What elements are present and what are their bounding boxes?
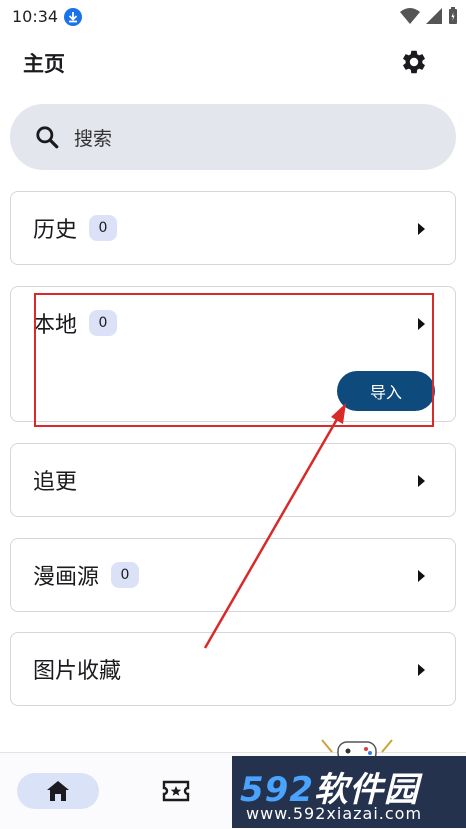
- home-icon: [47, 781, 69, 801]
- card-follow-updates[interactable]: 追更: [10, 443, 456, 517]
- nav-home[interactable]: [17, 773, 99, 809]
- download-icon: [64, 8, 82, 26]
- chevron-right-icon: [418, 570, 425, 582]
- search-placeholder: 搜索: [74, 127, 113, 150]
- nav-ticket[interactable]: [156, 773, 196, 809]
- chevron-right-icon: [418, 475, 425, 487]
- history-count-badge: 0: [89, 215, 118, 241]
- chevron-right-icon: [418, 664, 425, 676]
- watermark: 592软件园 www.592xiazai.com: [232, 756, 466, 828]
- card-image-favorites[interactable]: 图片收藏: [10, 632, 456, 706]
- ticket-star-icon: [162, 780, 190, 802]
- search-icon: [36, 126, 59, 149]
- card-comic-source[interactable]: 漫画源 0: [10, 538, 456, 612]
- battery-icon: [449, 7, 457, 24]
- card-history[interactable]: 历史 0: [10, 191, 456, 265]
- gear-icon: [403, 50, 425, 74]
- chevron-right-icon: [418, 223, 425, 235]
- card-history-label: 历史: [33, 218, 78, 243]
- signal-icon: [426, 8, 442, 24]
- source-count-badge: 0: [111, 562, 140, 588]
- annotation-highlight-box: [34, 293, 434, 427]
- card-favorites-label: 图片收藏: [33, 659, 122, 684]
- page-title: 主页: [23, 52, 65, 76]
- status-time: 10:34: [12, 7, 59, 26]
- search-bar[interactable]: 搜索: [10, 104, 456, 170]
- card-source-label: 漫画源: [33, 565, 100, 590]
- watermark-url: www.592xiazai.com: [246, 804, 423, 823]
- wifi-icon: [400, 8, 420, 24]
- status-bar: 10:34: [0, 0, 466, 32]
- card-follow-label: 追更: [33, 470, 78, 495]
- settings-button[interactable]: [396, 44, 432, 80]
